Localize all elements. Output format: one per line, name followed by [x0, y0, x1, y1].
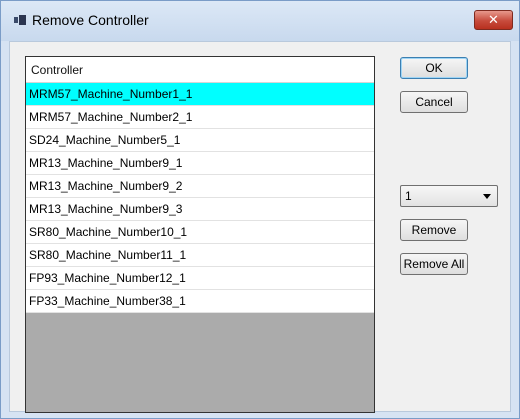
- ok-button[interactable]: OK: [400, 57, 468, 79]
- dialog-window: Remove Controller ✕ Controller MRM57_Mac…: [0, 0, 520, 419]
- cancel-button[interactable]: Cancel: [400, 91, 468, 113]
- list-header-controller[interactable]: Controller: [26, 57, 374, 83]
- close-button[interactable]: ✕: [474, 10, 513, 30]
- list-item[interactable]: MRM57_Machine_Number1_1: [26, 83, 374, 106]
- list-item[interactable]: SR80_Machine_Number11_1: [26, 244, 374, 267]
- list-item[interactable]: SD24_Machine_Number5_1: [26, 129, 374, 152]
- count-dropdown[interactable]: 1: [400, 185, 498, 207]
- window-title: Remove Controller: [32, 12, 149, 28]
- list-item[interactable]: FP93_Machine_Number12_1: [26, 267, 374, 290]
- remove-button[interactable]: Remove: [400, 219, 468, 241]
- list-item[interactable]: MR13_Machine_Number9_3: [26, 198, 374, 221]
- title-bar[interactable]: Remove Controller ✕: [1, 1, 519, 41]
- list-item[interactable]: MR13_Machine_Number9_2: [26, 175, 374, 198]
- dialog-body: Controller MRM57_Machine_Number1_1 MRM57_…: [9, 41, 511, 413]
- list-item[interactable]: MR13_Machine_Number9_1: [26, 152, 374, 175]
- count-dropdown-value: 1: [405, 189, 412, 203]
- close-icon: ✕: [488, 12, 499, 27]
- controller-list[interactable]: Controller MRM57_Machine_Number1_1 MRM57_…: [25, 56, 375, 413]
- app-icon: [14, 15, 26, 25]
- list-item[interactable]: MRM57_Machine_Number2_1: [26, 106, 374, 129]
- list-item[interactable]: SR80_Machine_Number10_1: [26, 221, 374, 244]
- chevron-down-icon: [483, 194, 491, 199]
- controller-rows: MRM57_Machine_Number1_1 MRM57_Machine_Num…: [26, 83, 374, 313]
- list-item[interactable]: FP33_Machine_Number38_1: [26, 290, 374, 313]
- remove-all-button[interactable]: Remove All: [400, 253, 468, 275]
